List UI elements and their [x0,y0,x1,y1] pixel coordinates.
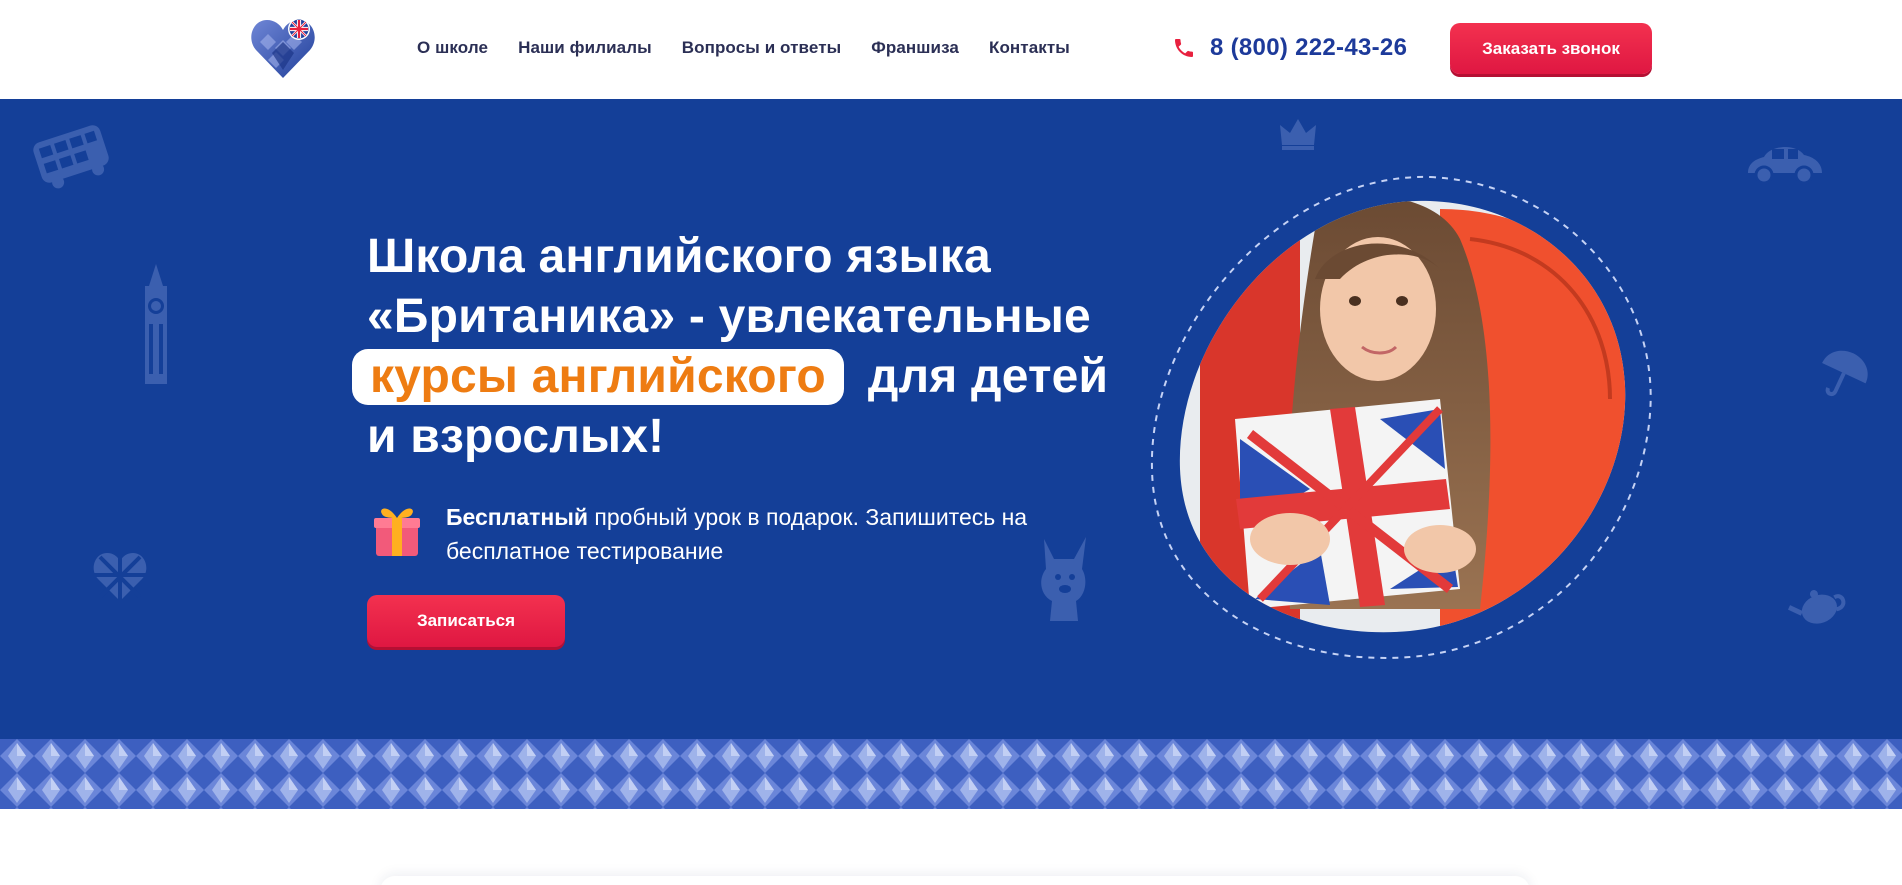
hero-section: Школа английского языка «Британика» - ув… [0,99,1902,809]
umbrella-icon [1822,350,1868,397]
union-jack-heart-icon [93,553,147,601]
hero-title: Школа английского языка «Британика» - ув… [352,227,1127,467]
nav-item-about[interactable]: О школе [417,38,488,58]
site-header: О школе Наши филиалы Вопросы и ответы Фр… [0,0,1902,99]
signup-button[interactable]: Записаться [367,595,565,647]
gift-icon [374,508,420,556]
logo-icon[interactable] [250,12,316,80]
car-icon [1748,146,1822,185]
callback-button[interactable]: Заказать звонок [1450,23,1652,74]
hero-photo [1150,175,1652,659]
next-section-card [380,876,1530,885]
promo-text: Бесплатный пробный урок в подарок. Запиш… [446,500,1086,568]
promo-bold: Бесплатный [446,504,589,530]
phone-number: 8 (800) 222-43-26 [1210,34,1408,61]
big-ben-icon [145,264,167,384]
hero-title-highlight: курсы английского [352,349,844,405]
diamond-pattern [0,739,1902,809]
nav-item-faq[interactable]: Вопросы и ответы [682,38,842,58]
nav-item-branches[interactable]: Наши филиалы [518,38,652,58]
phone-icon [1175,39,1193,57]
crown-icon [1280,119,1316,150]
nav-item-franchise[interactable]: Франшиза [871,38,959,58]
phone-link[interactable]: 8 (800) 222-43-26 [1172,34,1407,62]
nav-item-contacts[interactable]: Контакты [989,38,1070,58]
hero-title-part1: Школа английского языка «Британика» - ув… [367,230,1091,343]
main-nav: О школе Наши филиалы Вопросы и ответы Фр… [417,38,1100,58]
bus-icon [33,125,109,189]
teapot-icon [1788,590,1846,624]
free-lesson-promo: Бесплатный пробный урок в подарок. Запиш… [372,500,1086,568]
